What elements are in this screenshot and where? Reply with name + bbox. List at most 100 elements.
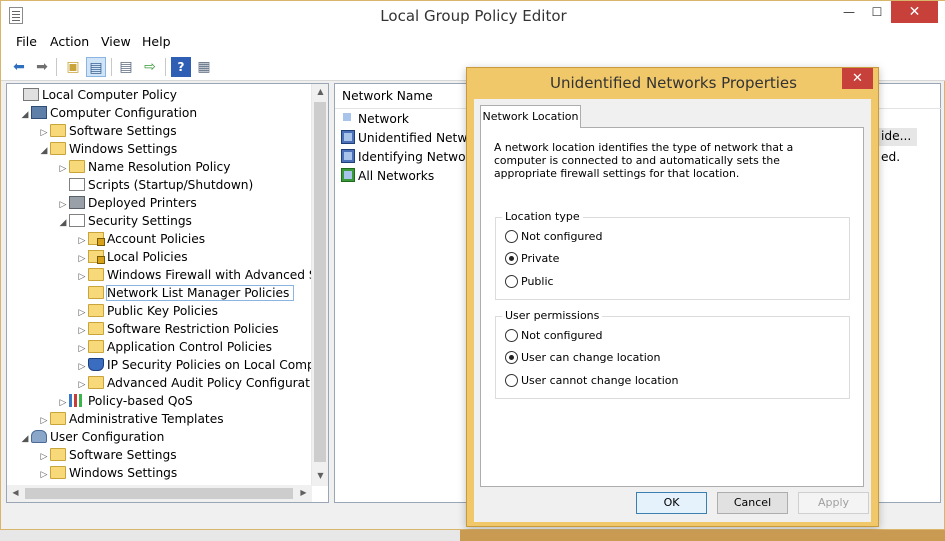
radio-permission-not-configured[interactable]: Not configured (505, 329, 602, 345)
tree-item[interactable]: ▷ Administrative Templates (38, 410, 224, 428)
tree-item[interactable]: ▷ Policy-based QoS (57, 392, 193, 410)
tree-item-label: Software Settings (69, 124, 177, 138)
tree-collapsed-icon[interactable]: ▷ (38, 466, 50, 484)
back-arrow-icon[interactable]: ⬅ (9, 57, 29, 77)
tree-item[interactable]: ◢ Windows Settings (38, 140, 177, 158)
menu-action[interactable]: Action (50, 34, 89, 49)
close-button[interactable]: ✕ (891, 1, 938, 23)
folder-lock-icon (88, 232, 105, 246)
location-type-group: Location type Not configured Private Pub… (495, 210, 850, 300)
scroll-left-icon[interactable]: ◀ (7, 488, 24, 497)
tree-item[interactable]: Scripts (Startup/Shutdown) (57, 176, 253, 194)
dialog-close-button[interactable]: ✕ (842, 68, 873, 89)
minimize-button[interactable]: — (835, 1, 863, 23)
menu-view[interactable]: View (101, 34, 131, 49)
radio-button-icon[interactable] (505, 329, 518, 342)
properties-icon[interactable]: ▤ (116, 57, 136, 77)
menu-file[interactable]: File (16, 34, 37, 49)
tree-item-label: Software Settings (69, 448, 177, 462)
tree-item[interactable]: ◢ Security Settings (57, 212, 192, 230)
tree-item[interactable]: ▷ Software Settings (38, 122, 177, 140)
desktop-strip (0, 530, 945, 541)
tree-item[interactable]: ▷ Local Policies (76, 248, 188, 266)
chart-icon (69, 394, 85, 407)
location-type-label: Location type (502, 210, 583, 223)
tree-horizontal-scroll-thumb[interactable] (25, 488, 293, 499)
tree-item[interactable]: ▷ IP Security Policies on Local Computer (76, 356, 328, 374)
list-item[interactable]: Identifying Networks (341, 148, 484, 166)
tree-item-label: Windows Settings (69, 142, 178, 156)
shield-icon (88, 358, 104, 371)
tree-item-label: User Configuration (50, 430, 165, 444)
radio-permission-cannot-change[interactable]: User cannot change location (505, 374, 678, 390)
tree-item-label: Application Control Policies (107, 340, 272, 354)
forward-arrow-icon[interactable]: ➡ (32, 57, 52, 77)
tree-item[interactable]: ◢ Computer Configuration (19, 104, 197, 122)
scroll-right-icon[interactable]: ▶ (295, 488, 312, 497)
toolbar-separator (111, 58, 112, 76)
scroll-down-icon[interactable]: ▼ (312, 471, 328, 480)
cancel-button[interactable]: Cancel (717, 492, 788, 514)
tree-item[interactable]: Network List Manager Policies (76, 284, 295, 302)
folder-icon (88, 340, 104, 353)
list-item-fragment: ed. (881, 150, 901, 164)
menu-help[interactable]: Help (142, 34, 171, 49)
scroll-up-icon[interactable]: ▲ (312, 87, 328, 96)
tree-item[interactable]: ▷ Deployed Printers (57, 194, 197, 212)
radio-location-public[interactable]: Public (505, 275, 554, 291)
filter-view-icon[interactable]: ▦ (194, 57, 214, 77)
radio-permission-can-change[interactable]: User can change location (505, 351, 660, 367)
tree-item-label: Public Key Policies (107, 304, 218, 318)
list-item[interactable]: Network (341, 110, 409, 128)
tree-item[interactable]: Local Computer Policy (11, 86, 177, 104)
show-hide-tree-icon[interactable]: ▤ (86, 57, 106, 77)
radio-location-not-configured[interactable]: Not configured (505, 230, 602, 246)
tree-item[interactable]: ▷ Name Resolution Policy (57, 158, 230, 176)
radio-location-private[interactable]: Private (505, 252, 559, 268)
radio-button-icon[interactable] (505, 230, 518, 243)
export-list-icon[interactable]: ⇨ (140, 57, 160, 77)
toolbar-separator (56, 58, 57, 76)
maximize-button[interactable]: ☐ (863, 1, 891, 23)
folder-icon (50, 448, 66, 461)
tree-item[interactable]: ▷ Account Policies (76, 230, 205, 248)
folder-icon (50, 466, 66, 479)
radio-button-icon[interactable] (505, 275, 518, 288)
tab-network-location[interactable]: Network Location (480, 105, 581, 128)
tree-expanded-icon[interactable]: ◢ (57, 214, 69, 232)
help-icon[interactable]: ? (171, 57, 191, 77)
ok-button[interactable]: OK (636, 492, 707, 514)
lgp-icon (23, 88, 39, 101)
tree-item[interactable]: ◢ User Configuration (19, 428, 164, 446)
radio-button-icon[interactable] (505, 374, 518, 387)
tree-expanded-icon[interactable]: ◢ (19, 430, 31, 448)
list-item[interactable]: All Networks (341, 167, 434, 185)
tree-item[interactable]: ▷ Advanced Audit Policy Configuration (76, 374, 328, 392)
tree-item-label: Scripts (Startup/Shutdown) (88, 178, 254, 192)
tree-item[interactable]: ▷ Software Restriction Policies (76, 320, 279, 338)
tree-item[interactable]: ▷ Application Control Policies (76, 338, 272, 356)
radio-button-selected-icon[interactable] (505, 252, 518, 265)
toolbar-separator (165, 58, 166, 76)
tree-expanded-icon[interactable]: ◢ (38, 142, 50, 160)
up-folder-icon[interactable]: ▣ (63, 57, 83, 77)
tree-vertical-scrollbar[interactable]: ▲ ▼ (311, 84, 328, 486)
column-header-network-name[interactable]: Network Name (342, 89, 433, 103)
tree-item-label: Software Restriction Policies (107, 322, 279, 336)
network-icon (341, 149, 355, 163)
doc-icon (69, 214, 85, 227)
tree-horizontal-scrollbar[interactable]: ◀ ▶ (7, 485, 312, 502)
radio-button-selected-icon[interactable] (505, 351, 518, 364)
console-tree[interactable]: Local Computer Policy ◢ Computer Configura… (6, 83, 329, 503)
tree-item[interactable]: ▷ Windows Firewall with Advanced Secu (76, 266, 328, 284)
tree-item[interactable]: ▷ Public Key Policies (76, 302, 218, 320)
apply-button[interactable]: Apply (798, 492, 869, 514)
tree-vertical-scroll-thumb[interactable] (314, 102, 326, 462)
network-icon (341, 111, 355, 125)
tree-item-label: Account Policies (107, 232, 206, 246)
tree-item[interactable]: ▷ Windows Settings (38, 464, 177, 482)
tree-item-label: Policy-based QoS (88, 394, 193, 408)
tree-expanded-icon[interactable]: ◢ (19, 106, 31, 124)
tree-item[interactable]: ▷ Software Settings (38, 446, 177, 464)
list-item[interactable]: Unidentified Networ (341, 129, 480, 147)
